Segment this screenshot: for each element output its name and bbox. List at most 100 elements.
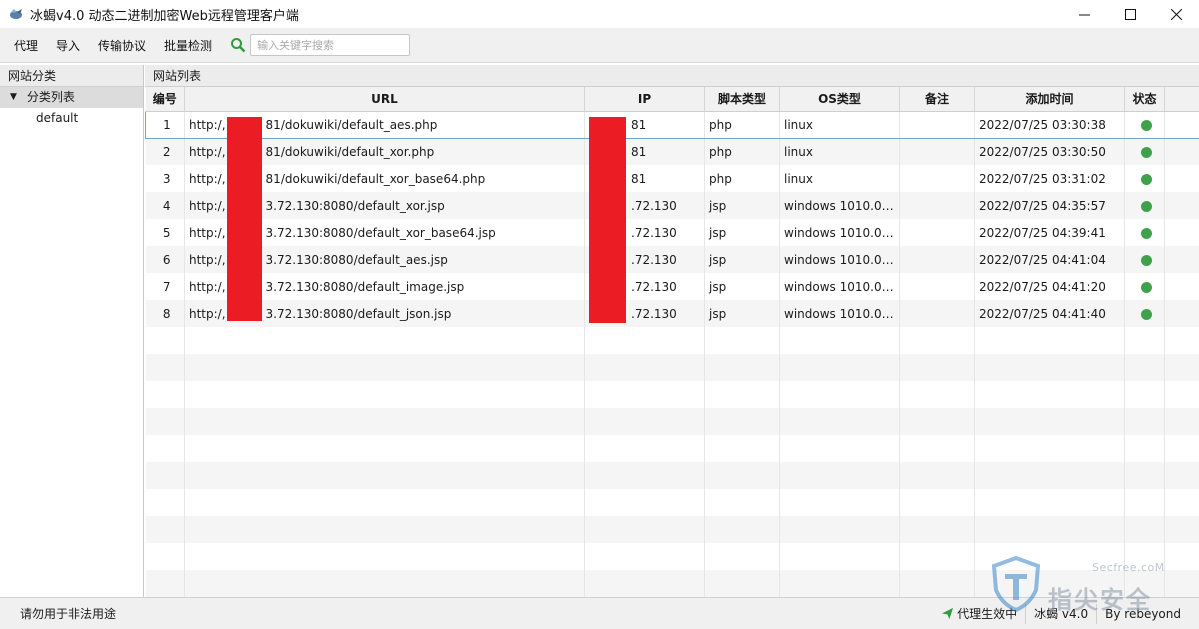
menu-transport-protocol[interactable]: 传输协议 [98,37,146,54]
empty-cell [1164,462,1199,489]
category-panel-header: 网站分类 [0,65,143,87]
search-input[interactable] [250,34,411,56]
tree-root-label: 分类列表 [26,90,75,104]
empty-cell [145,408,185,435]
column-header-ip[interactable]: IP [584,87,705,112]
column-header-script-type[interactable]: 脚本类型 [704,87,780,112]
url-prefix: http:/, [189,252,226,267]
cell-filler [1164,246,1199,273]
empty-cell [899,327,975,354]
column-header-url[interactable]: URL [184,87,585,112]
empty-cell [779,381,900,408]
empty-cell [1124,408,1165,435]
menu-batch-check[interactable]: 批量检测 [164,37,212,54]
empty-cell [974,516,1125,543]
collapse-triangle-icon[interactable]: ▼ [10,87,17,108]
close-icon [1170,8,1182,20]
cell-script-type: jsp [704,300,780,327]
url-suffix: 3.72.130:8080/default_image.jsp [265,279,465,294]
redaction-block-url [227,117,262,321]
minimize-button[interactable] [1061,0,1107,28]
empty-cell [779,435,900,462]
cell-add-time: 2022/07/25 04:41:04 [974,246,1125,273]
cell-id: 1 [145,110,185,139]
empty-cell [1124,543,1165,570]
column-header-note[interactable]: 备注 [899,87,975,112]
empty-cell [184,570,585,597]
table-row[interactable]: 6 http:/, 3.72.130:8080/default_aes.jsp .72… [145,246,1199,273]
empty-cell [584,408,705,435]
menu-import[interactable]: 导入 [56,37,80,54]
tree-root-category-list[interactable]: ▼ 分类列表 [0,87,143,108]
search-icon[interactable] [230,37,246,53]
empty-row [145,489,1199,516]
cell-status [1124,165,1165,192]
cell-status [1124,273,1165,300]
close-button[interactable] [1153,0,1199,28]
site-list-header: 网站列表 [145,65,1199,87]
table-row[interactable]: 2 http:/, 81/dokuwiki/default_xor.php 81 php… [145,138,1199,165]
table-row[interactable]: 4 http:/, 3.72.130:8080/default_xor.jsp .72… [145,192,1199,219]
table-row[interactable]: 7 http:/, 3.72.130:8080/default_image.jsp.… [145,273,1199,300]
minimize-icon [1078,14,1090,15]
cell-script-type: php [704,110,780,139]
cell-script-type: jsp [704,246,780,273]
empty-cell [1124,516,1165,543]
empty-cell [899,489,975,516]
cell-id: 2 [145,138,185,165]
empty-cell [584,354,705,381]
cell-filler [1164,219,1199,246]
url-prefix: http:/, [189,144,226,159]
empty-cell [1164,408,1199,435]
scorpion-app-icon [10,9,22,19]
empty-cell [899,354,975,381]
empty-cell [584,435,705,462]
table-row[interactable]: 1 http:/, 81/dokuwiki/default_aes.php 81 php… [145,110,1199,139]
empty-cell [704,570,780,597]
url-suffix: 81/dokuwiki/default_xor.php [265,144,435,159]
menu-proxy[interactable]: 代理 [14,37,38,54]
column-header-status[interactable]: 状态 [1124,87,1165,112]
empty-cell [704,435,780,462]
proxy-status-text: 代理生效中 [957,607,1018,621]
empty-cell [184,543,585,570]
cell-script-type: jsp [704,273,780,300]
column-header-add-time[interactable]: 添加时间 [974,87,1125,112]
empty-cell [145,516,185,543]
empty-cell [145,489,185,516]
empty-cell [974,408,1125,435]
cell-filler [1164,192,1199,219]
empty-cell [1164,570,1199,597]
empty-cell [899,381,975,408]
cell-id: 4 [145,192,185,219]
cell-id: 7 [145,273,185,300]
url-prefix: http:/, [189,117,226,132]
table-row[interactable]: 3 http:/, 81/dokuwiki/default_xor_base64.p… [145,165,1199,192]
proxy-status[interactable]: 代理生效中 [933,604,1025,624]
cell-status [1124,246,1165,273]
url-prefix: http:/, [189,171,226,186]
cell-os-type: linux [779,165,900,192]
cell-add-time: 2022/07/25 03:30:50 [974,138,1125,165]
empty-cell [779,489,900,516]
cell-filler [1164,110,1199,139]
empty-cell [704,516,780,543]
empty-cell [974,570,1125,597]
tree-item-default[interactable]: default [0,108,143,128]
cell-script-type: php [704,165,780,192]
empty-cell [974,435,1125,462]
maximize-button[interactable] [1107,0,1153,28]
column-header-id[interactable]: 编号 [145,87,185,112]
empty-cell [145,570,185,597]
menu-bar: 代理 导入 传输协议 批量检测 [0,28,1199,63]
cell-id: 8 [145,300,185,327]
table-row[interactable]: 5 http:/, 3.72.130:8080/default_xor_base64… [145,219,1199,246]
column-header-os-type[interactable]: OS类型 [779,87,900,112]
cell-status [1124,110,1165,139]
empty-cell [1124,435,1165,462]
cell-add-time: 2022/07/25 03:31:02 [974,165,1125,192]
empty-cell [584,381,705,408]
table-row[interactable]: 8 http:/, 3.72.130:8080/default_json.jsp .7… [145,300,1199,327]
empty-row [145,462,1199,489]
empty-cell [704,381,780,408]
